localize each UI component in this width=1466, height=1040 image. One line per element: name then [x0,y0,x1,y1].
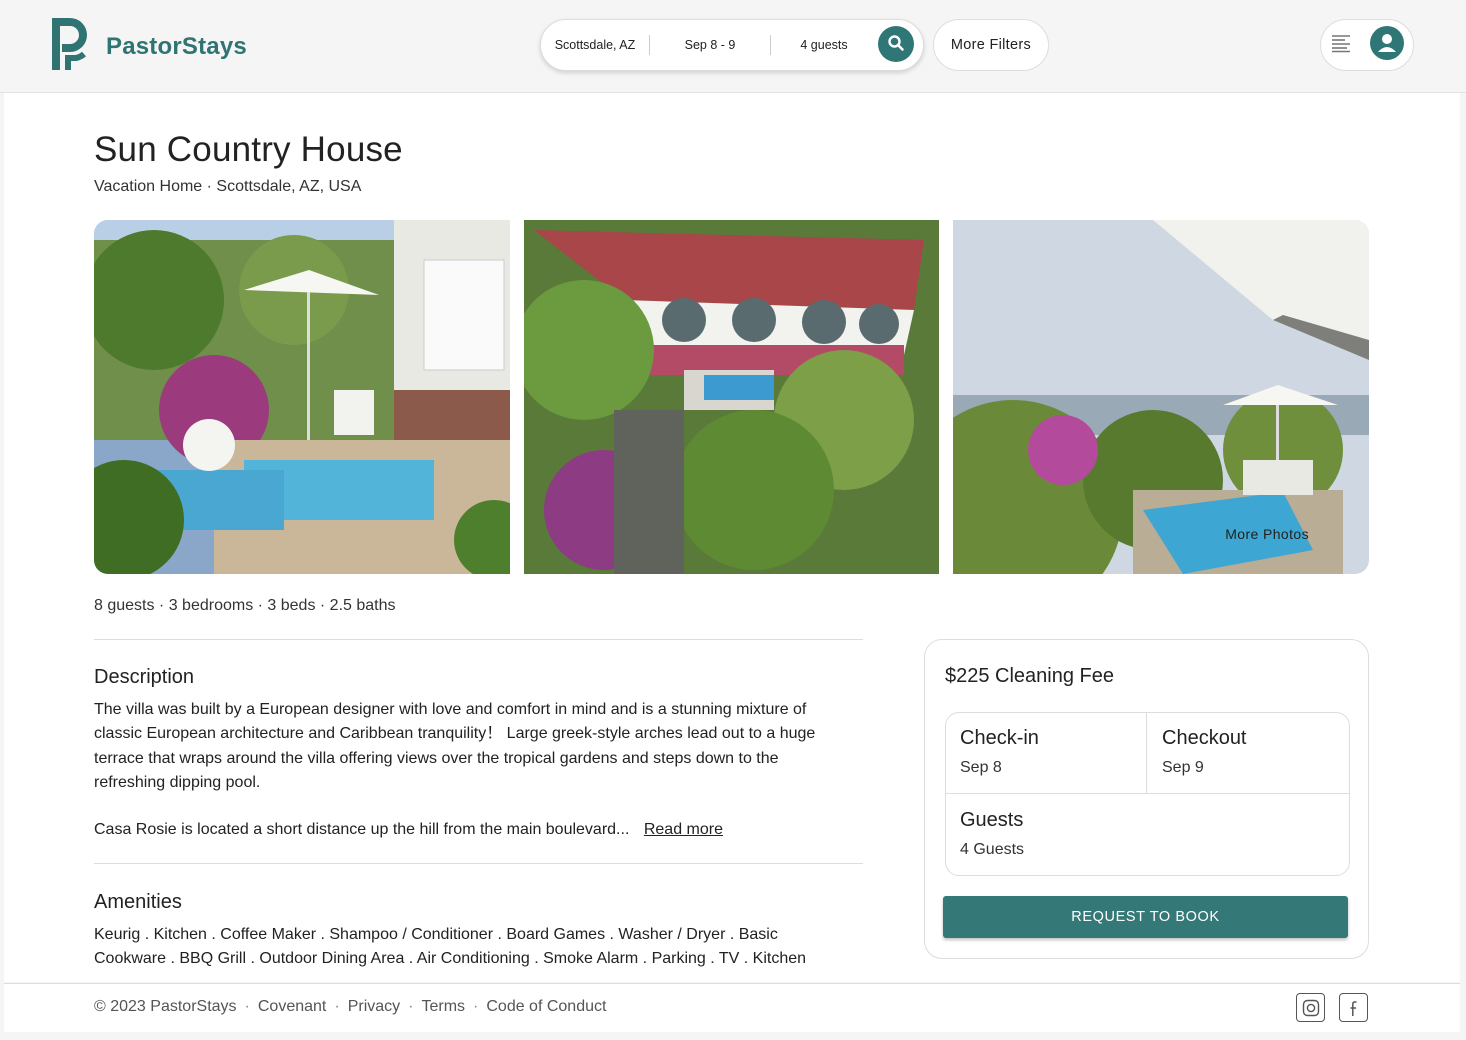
menu-icon [1330,33,1352,58]
box-divider [946,793,1349,794]
footer-separator: · [244,998,250,1015]
facebook-icon[interactable] [1339,993,1368,1022]
footer-separator: · [408,998,414,1015]
listing-specs: 8 guests · 3 bedrooms · 3 beds · 2.5 bat… [94,597,396,614]
footer-separator: · [473,998,479,1015]
booking-card: $225 Cleaning Fee Check-in Sep 8 Checkou… [924,639,1369,959]
listing-photo-pool[interactable] [94,220,510,574]
search-dates[interactable]: Sep 8 - 9 [650,33,770,57]
pastorstays-logo-icon [46,14,92,79]
guests-value: 4 Guests [960,841,1025,858]
checkin-field[interactable]: Check-in Sep 8 [960,727,1140,777]
footer-links: © 2023 PastorStays · Covenant · Privacy … [94,998,606,1016]
checkout-label: Checkout [1162,727,1247,749]
guests-field[interactable]: Guests 4 Guests [960,809,1340,859]
footer-link-code-of-conduct[interactable]: Code of Conduct [486,998,606,1016]
checkin-label: Check-in [960,727,1039,749]
copyright: © 2023 PastorStays [94,998,237,1015]
user-menu-button[interactable] [1320,19,1414,71]
amenities-heading: Amenities [94,891,182,913]
amenities-list: Keurig . Kitchen . Coffee Maker . Shampo… [94,926,807,968]
search-location[interactable]: Scottsdale, AZ [541,33,649,57]
instagram-icon[interactable] [1296,993,1325,1022]
description-more-text: Casa Rosie is located a short distance u… [94,821,723,839]
listing-photo-ocean[interactable]: More Photos [953,220,1369,574]
listing-title: Sun Country House [94,130,403,169]
footer-link-covenant[interactable]: Covenant [258,998,327,1016]
footer-separator: · [334,998,340,1015]
guests-label: Guests [960,809,1024,831]
checkout-field[interactable]: Checkout Sep 9 [1162,727,1342,777]
avatar-icon [1370,25,1404,65]
read-more-link[interactable]: Read more [644,821,723,838]
description-text: The villa was built by a European design… [94,701,816,791]
footer-link-terms[interactable]: Terms [421,998,465,1016]
booking-details: Check-in Sep 8 Checkout Sep 9 Guests 4 G… [945,712,1350,876]
description-heading: Description [94,666,195,688]
top-nav-bar: PastorStays Scottsdale, AZ Sep 8 - 9 4 g… [0,0,1466,93]
box-divider [1146,713,1147,794]
brand-logo[interactable]: PastorStays [46,14,247,79]
checkout-value: Sep 9 [1162,759,1204,776]
divider [94,863,863,864]
divider [94,639,863,640]
footer: © 2023 PastorStays · Covenant · Privacy … [4,983,1460,1032]
more-filters-button[interactable]: More Filters [933,19,1049,71]
description-teaser: Casa Rosie is located a short distance u… [94,821,630,838]
search-bar[interactable]: Scottsdale, AZ Sep 8 - 9 4 guests [540,19,924,71]
more-photos-link[interactable]: More Photos [1225,526,1309,542]
request-to-book-button[interactable]: REQUEST TO BOOK [943,896,1348,938]
checkin-value: Sep 8 [960,759,1002,776]
brand-name: PastorStays [106,32,247,60]
listing-subtitle: Vacation Home · Scottsdale, AZ, USA [94,178,362,195]
search-icon [887,34,905,55]
search-button[interactable] [878,26,914,62]
cleaning-fee: $225 Cleaning Fee [945,665,1115,687]
listing-photo-villa[interactable] [524,220,939,574]
search-guests[interactable]: 4 guests [771,33,877,57]
footer-link-privacy[interactable]: Privacy [348,998,400,1016]
